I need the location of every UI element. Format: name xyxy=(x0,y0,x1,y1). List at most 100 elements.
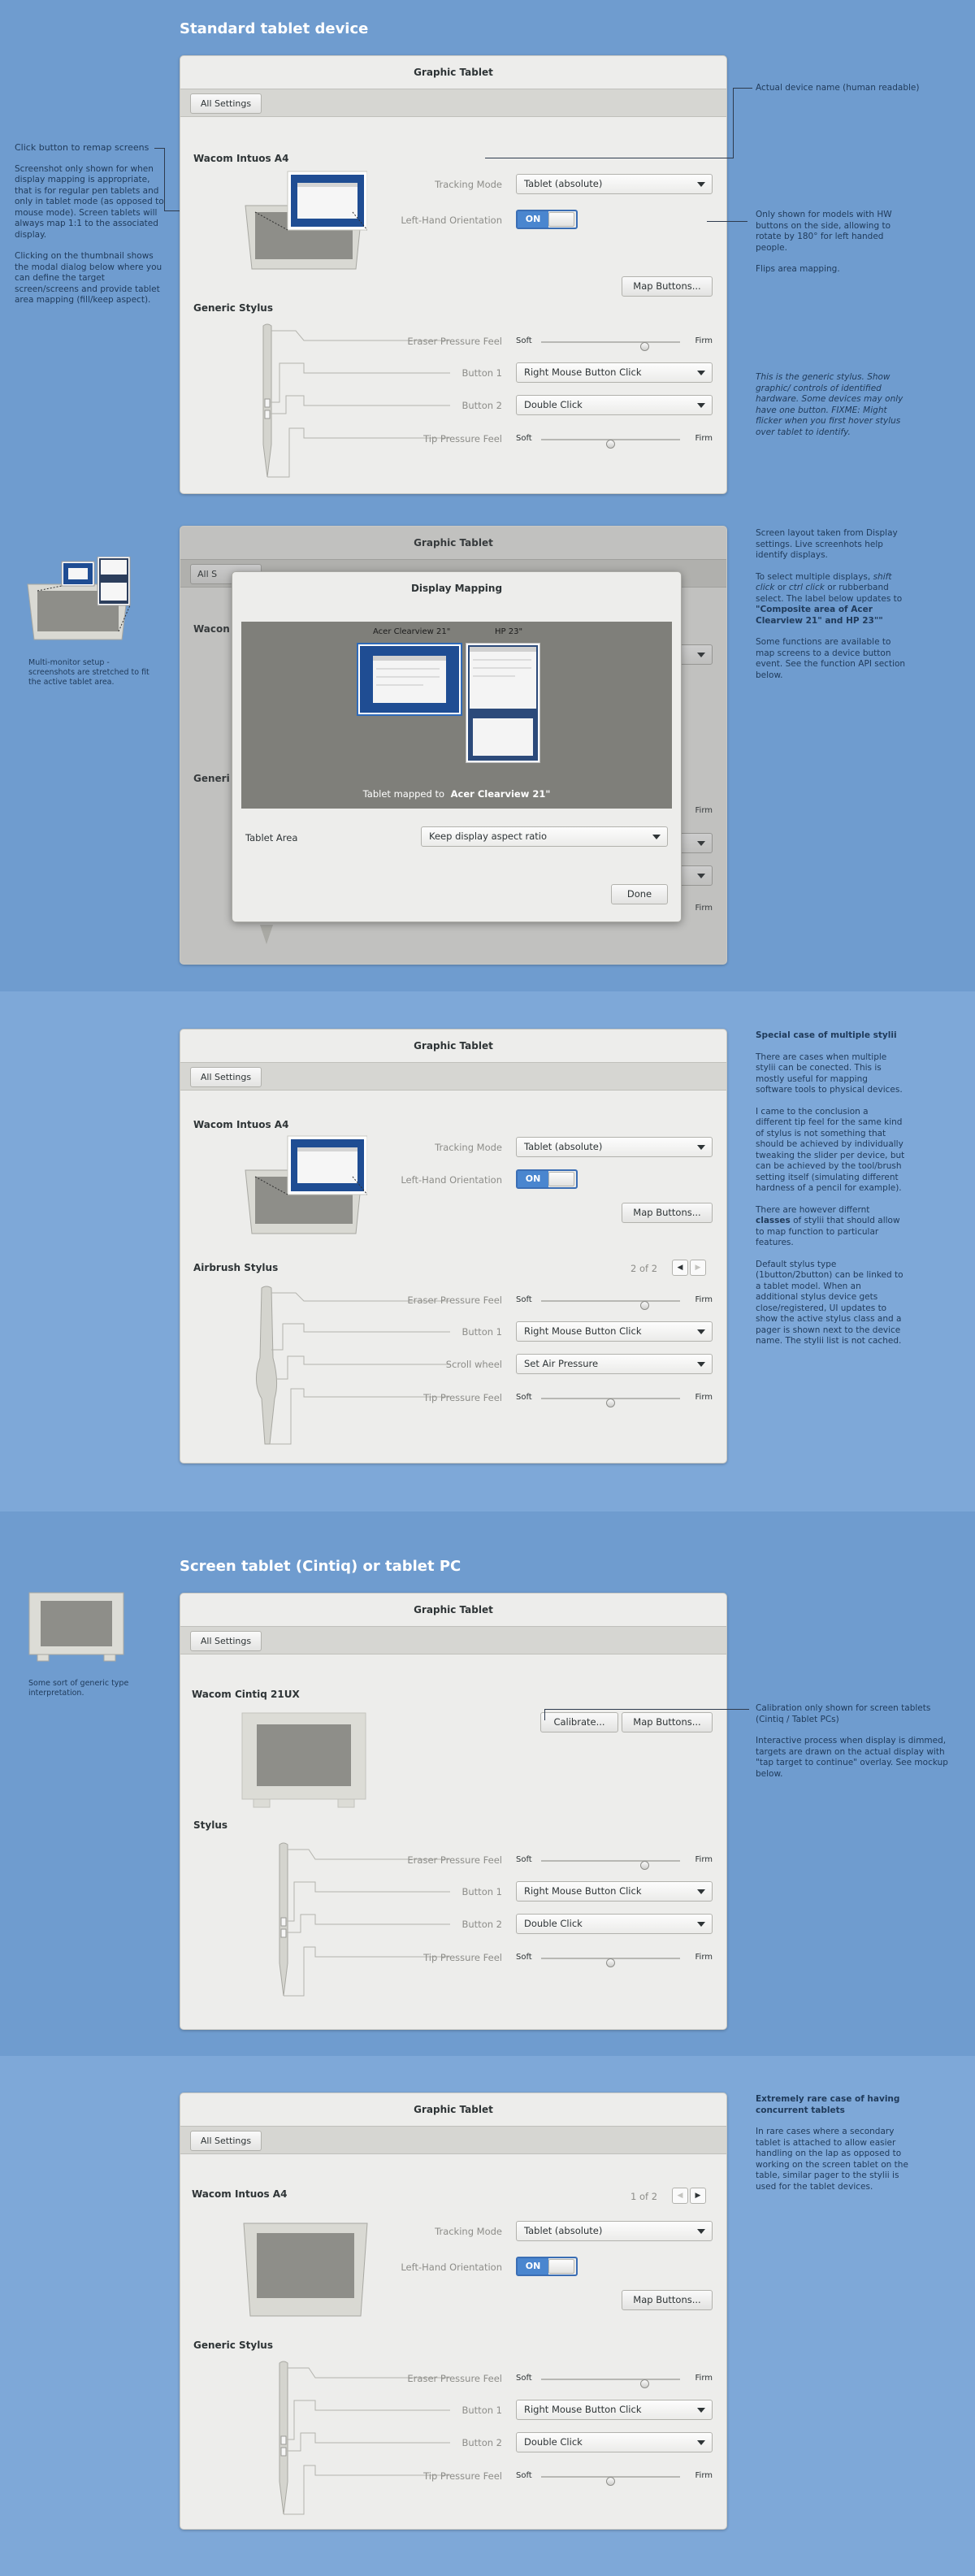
button2-value: Double Click xyxy=(524,2436,583,2448)
button1-select[interactable]: Right Mouse Button Click xyxy=(516,2400,713,2420)
eraser-pressure-label: Eraser Pressure Feel xyxy=(407,336,502,347)
stylus-tip-partial xyxy=(258,925,275,945)
left-hand-label: Left-Hand Orientation xyxy=(401,215,502,226)
stylus-name: Generic Stylus xyxy=(193,2340,273,2351)
chevron-down-icon xyxy=(697,1889,705,1894)
all-settings-button[interactable]: All Settings xyxy=(190,1067,262,1087)
left-hand-switch[interactable]: ON xyxy=(516,2257,578,2276)
slider-track xyxy=(541,2476,680,2486)
tip-pressure-slider[interactable]: Soft Firm xyxy=(516,1393,713,1407)
all-settings-button[interactable]: All Settings xyxy=(190,2131,262,2151)
button2-select[interactable]: Double Click xyxy=(516,1914,713,1934)
eraser-pressure-slider[interactable]: Soft Firm xyxy=(516,1855,713,1870)
switch-on-label: ON xyxy=(518,1171,548,1187)
settings-window-multi-stylus: Graphic Tablet All Settings Wacom Intuos… xyxy=(180,1029,727,1464)
button1-value: Right Mouse Button Click xyxy=(524,366,642,378)
slider-thumb[interactable] xyxy=(605,440,615,449)
left-hand-switch[interactable]: ON xyxy=(516,210,578,229)
soft-label: Soft xyxy=(516,2471,532,2480)
display-layout-area[interactable]: Acer Clearview 21" HP 23" Tablet mapped … xyxy=(241,622,672,809)
tip-pressure-label: Tip Pressure Feel xyxy=(423,433,502,445)
tracking-mode-select[interactable]: Tablet (absolute) xyxy=(516,2221,713,2241)
eraser-pressure-slider[interactable]: Soft Firm xyxy=(516,2374,713,2388)
window-title: Graphic Tablet xyxy=(414,1604,493,1615)
button1-select[interactable]: Right Mouse Button Click xyxy=(516,1321,713,1342)
all-settings-button[interactable]: All Settings xyxy=(190,93,262,114)
map-buttons-button[interactable]: Map Buttons... xyxy=(622,2290,713,2310)
settings-window-standard: Graphic Tablet All Settings Wacom Intuos… xyxy=(180,55,727,494)
tablet-thumbnail[interactable] xyxy=(242,170,367,272)
left-note-cintiq: Some sort of generic type interpretation… xyxy=(28,1679,129,1698)
monitor1-label: Acer Clearview 21" xyxy=(373,627,451,636)
button1-value: Right Mouse Button Click xyxy=(524,1325,642,1337)
note-paragraph: In rare cases where a secondary tablet i… xyxy=(756,2127,908,2192)
eraser-pressure-slider[interactable]: Soft Firm xyxy=(516,1295,713,1310)
left-note-mapping: Multi-monitor setup - screenshots are st… xyxy=(28,658,150,687)
soft-label: Soft xyxy=(516,336,532,345)
pager-next-button[interactable]: ▶ xyxy=(690,2188,706,2204)
button1-select[interactable]: Right Mouse Button Click xyxy=(516,1881,713,1902)
tip-pressure-slider[interactable]: Soft Firm xyxy=(516,434,713,449)
map-buttons-button[interactable]: Map Buttons... xyxy=(622,1712,713,1733)
dialog-title: Display Mapping xyxy=(410,583,503,594)
pager-next-button[interactable]: ▶ xyxy=(690,1260,706,1276)
pager-prev-button[interactable]: ◀ xyxy=(672,2188,688,2204)
toolbar: All Settings xyxy=(180,2126,726,2154)
scroll-wheel-label: Scroll wheel xyxy=(445,1359,502,1370)
note-strong: classes xyxy=(756,1216,791,1225)
slider-thumb[interactable] xyxy=(640,2379,650,2388)
tracking-mode-select[interactable]: Tablet (absolute) xyxy=(516,174,713,194)
note-paragraph: To select multiple displays, shift click… xyxy=(756,572,906,627)
tip-pressure-slider[interactable]: Soft Firm xyxy=(516,2471,713,2486)
map-buttons-button[interactable]: Map Buttons... xyxy=(622,1203,713,1223)
left-hand-switch[interactable]: ON xyxy=(516,1169,578,1189)
slider-thumb[interactable] xyxy=(605,1958,615,1967)
right-note-mapping: Screen layout taken from Display setting… xyxy=(756,528,906,692)
tablet-area-select[interactable]: Keep display aspect ratio xyxy=(421,826,668,847)
left-hand-label: Left-Hand Orientation xyxy=(401,1174,502,1186)
scroll-wheel-value: Set Air Pressure xyxy=(524,1358,599,1369)
eraser-pressure-label: Eraser Pressure Feel xyxy=(407,1854,502,1866)
note-paragraph: Screen layout taken from Display setting… xyxy=(756,528,898,560)
tracking-mode-select[interactable]: Tablet (absolute) xyxy=(516,1137,713,1157)
slider-thumb[interactable] xyxy=(640,1301,650,1310)
tablet-thumbnail[interactable] xyxy=(242,1134,367,1237)
slider-thumb[interactable] xyxy=(640,342,650,351)
button2-label: Button 2 xyxy=(462,1919,503,1930)
pager-prev-button[interactable]: ◀ xyxy=(672,1260,688,1276)
all-settings-button[interactable]: All Settings xyxy=(190,1631,262,1651)
button2-select[interactable]: Double Click xyxy=(516,395,713,415)
eraser-pressure-slider[interactable]: Soft Firm xyxy=(516,336,713,351)
monitor1-screen[interactable] xyxy=(357,643,462,716)
calibrate-button[interactable]: Calibrate... xyxy=(540,1712,618,1733)
tracking-mode-label: Tracking Mode xyxy=(435,179,502,190)
eraser-pressure-label: Eraser Pressure Feel xyxy=(407,2373,502,2384)
chevron-down-icon xyxy=(697,403,705,408)
note-hw-buttons: Only shown for models with HW buttons on… xyxy=(756,210,902,286)
slider-thumb[interactable] xyxy=(605,2477,615,2486)
device-name: Wacom Cintiq 21UX xyxy=(192,1689,300,1700)
scroll-wheel-select[interactable]: Set Air Pressure xyxy=(516,1354,713,1374)
done-button[interactable]: Done xyxy=(611,884,668,904)
note-paragraph: Default stylus type (1button/2button) ca… xyxy=(756,1259,904,1347)
note-paragraph: Interactive process when display is dimm… xyxy=(756,1736,948,1779)
note-text: There are however differnt xyxy=(756,1204,870,1215)
left-note-standard: Click button to remap screens Screenshot… xyxy=(15,142,165,317)
map-buttons-button[interactable]: Map Buttons... xyxy=(622,276,713,297)
slider-thumb[interactable] xyxy=(640,1861,650,1870)
button1-value: Right Mouse Button Click xyxy=(524,1885,642,1897)
note-paragraph: There are cases when multiple stylii can… xyxy=(756,1052,903,1095)
chevron-down-icon xyxy=(697,1362,705,1367)
stylus-pager-label: 2 of 2 xyxy=(630,1263,658,1274)
monitor2-screen[interactable] xyxy=(466,643,540,763)
stylus-name: Stylus xyxy=(193,1819,228,1831)
tablet-thumbnail[interactable] xyxy=(242,2220,369,2322)
tablet-area-value: Keep display aspect ratio xyxy=(429,830,547,842)
note-strong: "Composite area of Acer Clearview 21" an… xyxy=(756,605,883,626)
multi-monitor-thumbnail xyxy=(24,557,134,642)
tip-pressure-slider[interactable]: Soft Firm xyxy=(516,1953,713,1967)
slider-thumb[interactable] xyxy=(605,1399,615,1407)
button2-select[interactable]: Double Click xyxy=(516,2432,713,2452)
button1-select[interactable]: Right Mouse Button Click xyxy=(516,362,713,383)
leader-line xyxy=(707,221,748,222)
